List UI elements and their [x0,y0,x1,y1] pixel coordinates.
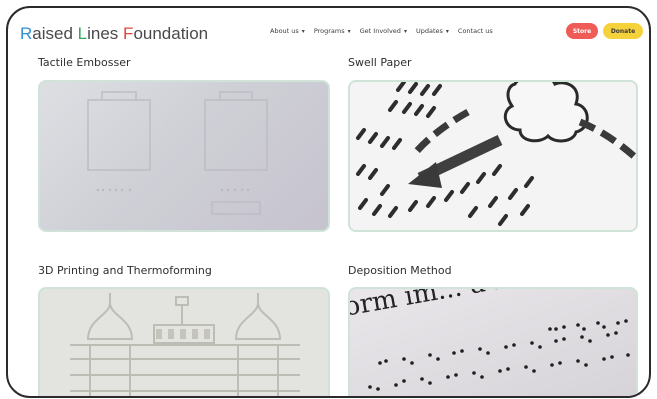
logo-letter-f: F [123,24,134,43]
3d-printing-image[interactable] [38,287,330,396]
nav-contact-us[interactable]: Contact us [458,27,493,35]
card-title-deposition-method: Deposition Method [348,264,452,277]
logo-text-aised: aised [32,24,78,43]
chevron-down-icon: ▾ [301,27,305,35]
nav-programs-label: Programs [313,27,345,35]
nav-programs[interactable]: Programs ▾ [314,27,351,35]
browser-frame: Raised Lines Foundation About us ▾ Progr… [6,6,651,398]
nav-get-involved-label: Get Involved [359,27,401,35]
nav-updates-label: Updates [415,27,443,35]
chevron-down-icon: ▾ [445,27,449,35]
logo-text-oundation: oundation [133,24,209,43]
logo-letter-l: L [77,24,88,43]
store-button[interactable]: Store [566,23,598,39]
nav-get-involved[interactable]: Get Involved ▾ [360,27,407,35]
site-header: Raised Lines Foundation About us ▾ Progr… [8,8,649,56]
swell-paper-image[interactable] [348,80,638,232]
main-nav: About us ▾ Programs ▾ Get Involved ▾ Upd… [270,27,493,35]
card-title-3d-printing: 3D Printing and Thermoforming [38,264,212,277]
card-title-swell-paper: Swell Paper [348,56,412,69]
site-logo[interactable]: Raised Lines Foundation [20,24,208,44]
chevron-down-icon: ▾ [347,27,351,35]
card-title-tactile-embosser: Tactile Embosser [38,56,131,69]
tactile-embosser-image[interactable] [38,80,330,232]
nav-about-us-label: About us [270,27,299,35]
donate-button[interactable]: Donate [603,23,643,39]
nav-about-us[interactable]: About us ▾ [270,27,305,35]
nav-contact-us-label: Contact us [457,27,493,35]
logo-text-ines: ines [87,24,124,43]
logo-letter-r: R [20,24,33,43]
deposition-image-text: orm im... a new world of [350,289,636,323]
chevron-down-icon: ▾ [403,27,407,35]
deposition-method-image[interactable]: orm im... a new world of [348,287,638,396]
nav-updates[interactable]: Updates ▾ [416,27,449,35]
